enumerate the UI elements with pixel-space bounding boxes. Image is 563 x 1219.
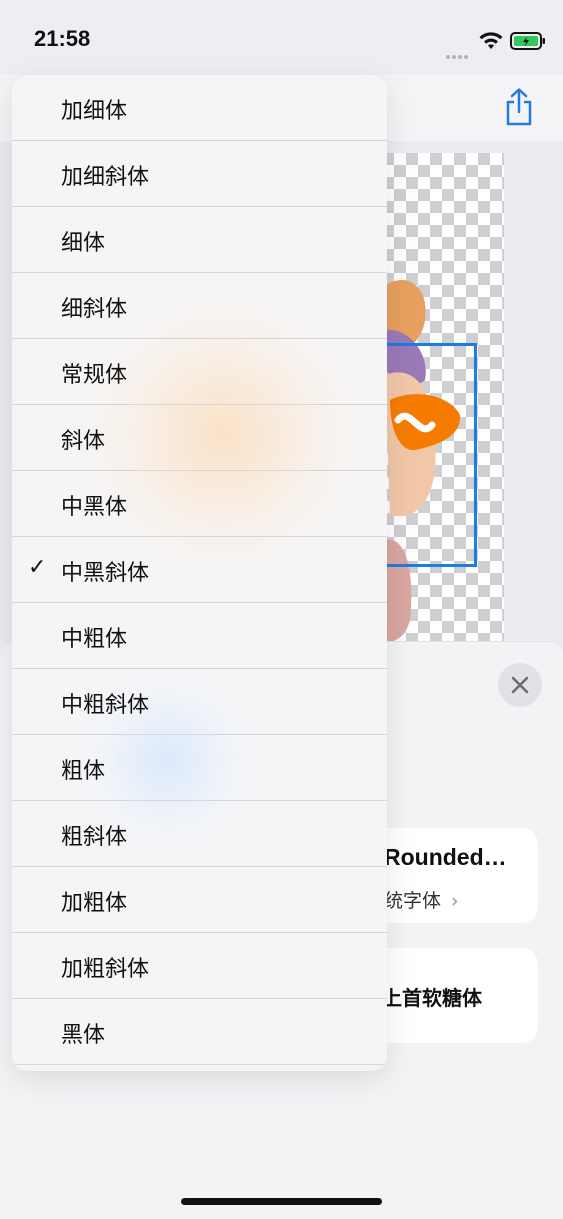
menu-item-medium[interactable]: 中黑体: [12, 471, 387, 537]
checkmark-icon: ✓: [28, 555, 47, 580]
battery-icon: [510, 31, 546, 55]
menu-item-label: 中黑斜体: [61, 561, 150, 586]
menu-item-label: 粗斜体: [61, 825, 128, 850]
menu-item-label: 加细体: [61, 99, 128, 124]
wifi-icon: [478, 31, 504, 55]
font-weight-menu: 加细体 加细斜体 细体 细斜体 常规体 斜体 中黑体 ✓ 中黑斜体 中粗体 中粗斜…: [12, 75, 387, 1071]
menu-item-extra-thin-italic[interactable]: 加细斜体: [12, 141, 387, 207]
share-icon[interactable]: [503, 87, 535, 131]
close-button[interactable]: [498, 663, 542, 707]
chevron-right-icon: ›: [451, 890, 459, 912]
home-indicator: [181, 1198, 382, 1205]
status-bar: 21:58: [0, 0, 563, 75]
menu-item-label: 斜体: [61, 429, 106, 454]
menu-item-semibold[interactable]: 中粗体: [12, 603, 387, 669]
menu-item-label: 细体: [61, 231, 106, 256]
menu-item-extra-bold-italic[interactable]: 加粗斜体: [12, 933, 387, 999]
menu-item-thin[interactable]: 细体: [12, 207, 387, 273]
font-card-subtitle: 统字体 ›: [384, 886, 459, 913]
menu-item-black[interactable]: 黑体: [12, 999, 387, 1065]
menu-item-extra-bold[interactable]: 加粗体: [12, 867, 387, 933]
font-card-title: 上首软糖体: [382, 986, 482, 1010]
menu-item-label: 粗体: [61, 759, 106, 784]
font-card-title: Rounded…: [384, 844, 507, 870]
menu-item-label: 中粗斜体: [61, 693, 150, 718]
menu-item-italic[interactable]: 斜体: [12, 405, 387, 471]
menu-item-medium-italic[interactable]: ✓ 中黑斜体: [12, 537, 387, 603]
menu-item-thin-italic[interactable]: 细斜体: [12, 273, 387, 339]
menu-item-semibold-italic[interactable]: 中粗斜体: [12, 669, 387, 735]
cellular-signal-icon: [446, 44, 470, 63]
menu-item-label: 黑体: [61, 1023, 106, 1048]
menu-item-regular[interactable]: 常规体: [12, 339, 387, 405]
menu-item-label: 常规体: [61, 363, 128, 388]
menu-item-label: 加粗斜体: [61, 957, 150, 982]
menu-item-label: 中黑体: [61, 495, 128, 520]
menu-list: 加细体 加细斜体 细体 细斜体 常规体 斜体 中黑体 ✓ 中黑斜体 中粗体 中粗斜…: [12, 75, 387, 1065]
menu-item-label: 中粗体: [61, 627, 128, 652]
menu-item-bold-italic[interactable]: 粗斜体: [12, 801, 387, 867]
close-icon: [511, 676, 529, 694]
menu-item-label: 加细斜体: [61, 165, 150, 190]
status-time: 21:58: [34, 26, 91, 51]
menu-item-label: 加粗体: [61, 891, 128, 916]
font-card-subtitle-text: 统字体: [384, 890, 442, 912]
menu-item-bold[interactable]: 粗体: [12, 735, 387, 801]
selection-frame[interactable]: [376, 343, 477, 567]
menu-item-label: 细斜体: [61, 297, 128, 322]
menu-item-extra-thin[interactable]: 加细体: [12, 75, 387, 141]
